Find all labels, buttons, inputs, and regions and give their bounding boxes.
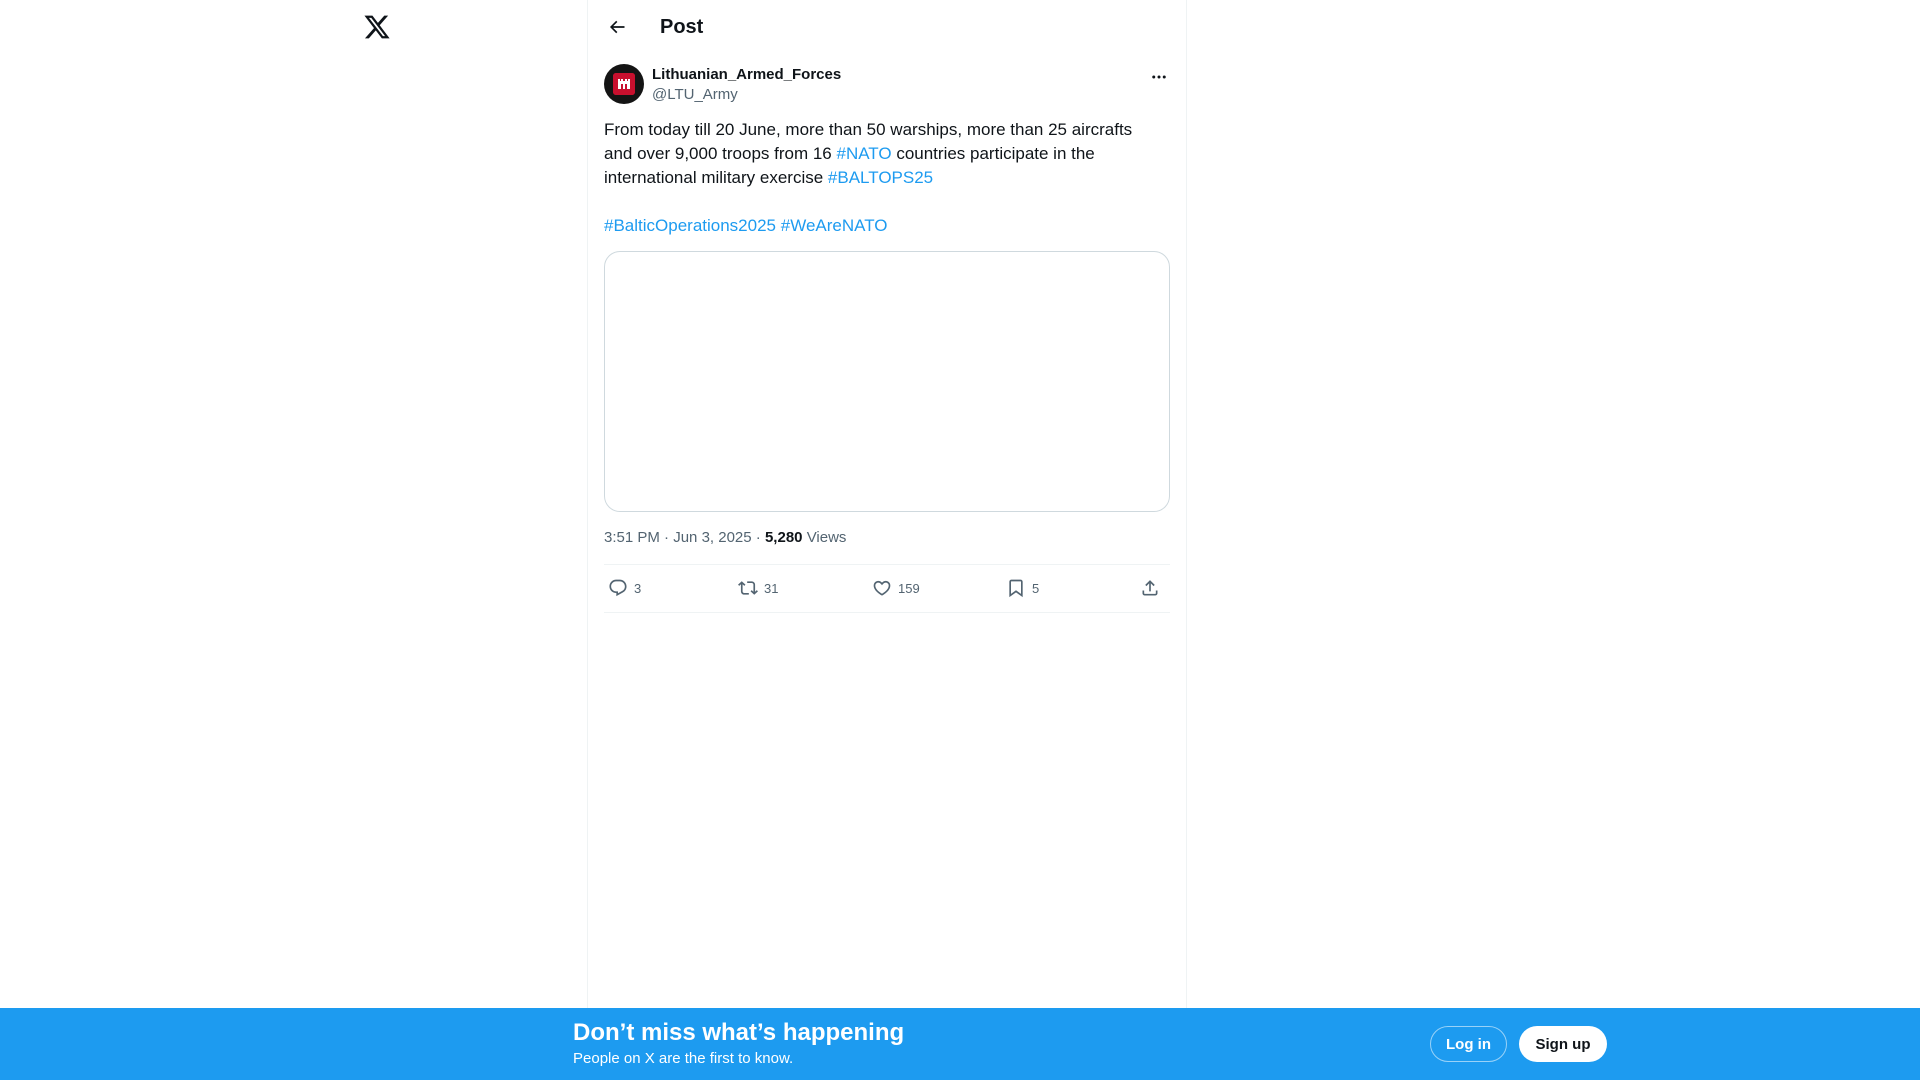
like-button[interactable]: 159 xyxy=(872,576,920,600)
post-text-line-2: and over 9,000 troops from 16 #NATO coun… xyxy=(604,144,1095,163)
share-icon xyxy=(1142,580,1158,596)
signup-banner: Don’t miss what’s happening People on X … xyxy=(0,1008,1920,1080)
arrow-left-icon xyxy=(609,20,625,34)
post-date[interactable]: Jun 3, 2025 xyxy=(673,529,751,546)
more-horizontal-icon xyxy=(1152,75,1166,79)
heart-icon xyxy=(873,580,891,596)
share-button[interactable] xyxy=(1140,576,1160,600)
post-actions: 3 31 159 5 xyxy=(604,566,1170,612)
hashtag-baltops25[interactable]: #BALTOPS25 xyxy=(828,168,933,187)
divider xyxy=(604,612,1170,613)
like-count: 159 xyxy=(898,580,920,596)
banner-title: Don’t miss what’s happening xyxy=(573,1019,905,1046)
banner-subtitle: People on X are the first to know. xyxy=(573,1050,794,1067)
post-time[interactable]: 3:51 PM xyxy=(604,529,660,546)
hashtag-wearenato[interactable]: #WeAreNATO xyxy=(781,216,888,235)
emblem-icon xyxy=(613,73,635,95)
reply-icon xyxy=(609,579,627,597)
login-button[interactable]: Log in xyxy=(1430,1026,1507,1062)
post-text-line-4: #BalticOperations2025 #WeAreNATO xyxy=(604,214,1170,238)
back-button[interactable] xyxy=(602,12,632,42)
author-display-name[interactable]: Lithuanian_Armed_Forces xyxy=(652,66,841,84)
bookmark-button[interactable]: 5 xyxy=(1006,576,1039,600)
reply-button[interactable]: 3 xyxy=(608,576,641,600)
views-label: Views xyxy=(806,529,847,546)
author-handle[interactable]: @LTU_Army xyxy=(652,86,738,104)
post-text: From today till 20 June, more than 50 wa… xyxy=(604,118,1170,238)
x-logo-icon[interactable] xyxy=(363,13,391,41)
main-column: Post Lithuanian_Armed_Forces @LTU_Army F… xyxy=(587,0,1187,1080)
bookmark-count: 5 xyxy=(1032,580,1040,596)
bookmark-icon xyxy=(1009,579,1023,598)
hashtag-nato[interactable]: #NATO xyxy=(836,144,891,163)
repost-button[interactable]: 31 xyxy=(738,576,778,600)
hashtag-balticoperations2025[interactable]: #BalticOperations2025 xyxy=(604,216,776,235)
reply-count: 3 xyxy=(634,580,642,596)
post-text-line-3: international military exercise #BALTOPS… xyxy=(604,168,934,187)
media-card[interactable] xyxy=(604,251,1170,512)
avatar[interactable] xyxy=(604,64,644,104)
post-text-line-1: From today till 20 June, more than 50 wa… xyxy=(604,120,1133,139)
more-button[interactable] xyxy=(1148,66,1170,88)
signup-button[interactable]: Sign up xyxy=(1519,1026,1607,1062)
views-count: 5,280 xyxy=(764,529,803,546)
page-title: Post xyxy=(660,16,704,38)
post-metadata: 3:51 PM · Jun 3, 2025 · 5,280 Views xyxy=(604,529,847,546)
repost-count: 31 xyxy=(764,580,779,596)
post-header: Post xyxy=(588,0,1186,53)
repost-icon xyxy=(738,581,758,595)
post-author: Lithuanian_Armed_Forces @LTU_Army xyxy=(604,64,1170,108)
divider xyxy=(604,564,1170,565)
